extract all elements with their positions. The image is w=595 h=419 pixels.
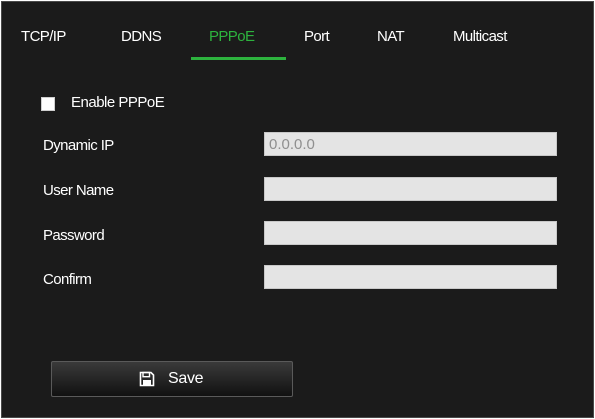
dynamic-ip-field[interactable]: [264, 132, 557, 156]
tab-port[interactable]: Port: [304, 28, 330, 45]
enable-pppoe-checkbox[interactable]: [41, 97, 55, 111]
save-button-label: Save: [168, 370, 204, 387]
dynamic-ip-label: Dynamic IP: [43, 137, 114, 154]
save-button[interactable]: Save: [51, 361, 293, 397]
enable-pppoe-label: Enable PPPoE: [71, 94, 165, 111]
user-name-field[interactable]: [264, 177, 557, 201]
password-label: Password: [43, 227, 105, 244]
password-field[interactable]: [264, 221, 557, 245]
confirm-password-field[interactable]: [264, 265, 557, 289]
network-settings-panel: TCP/IP DDNS PPPoE Port NAT Multicast Ena…: [1, 1, 594, 418]
tab-tcpip[interactable]: TCP/IP: [21, 28, 66, 45]
confirm-label: Confirm: [43, 271, 92, 288]
floppy-disk-icon: [139, 371, 155, 387]
tab-pppoe[interactable]: PPPoE: [209, 28, 255, 45]
network-tabs: TCP/IP DDNS PPPoE Port NAT Multicast: [2, 2, 593, 62]
user-name-label: User Name: [43, 182, 114, 199]
tab-multicast[interactable]: Multicast: [453, 28, 507, 45]
active-tab-indicator: [191, 57, 286, 60]
tab-ddns[interactable]: DDNS: [121, 28, 162, 45]
tab-nat[interactable]: NAT: [377, 28, 405, 45]
